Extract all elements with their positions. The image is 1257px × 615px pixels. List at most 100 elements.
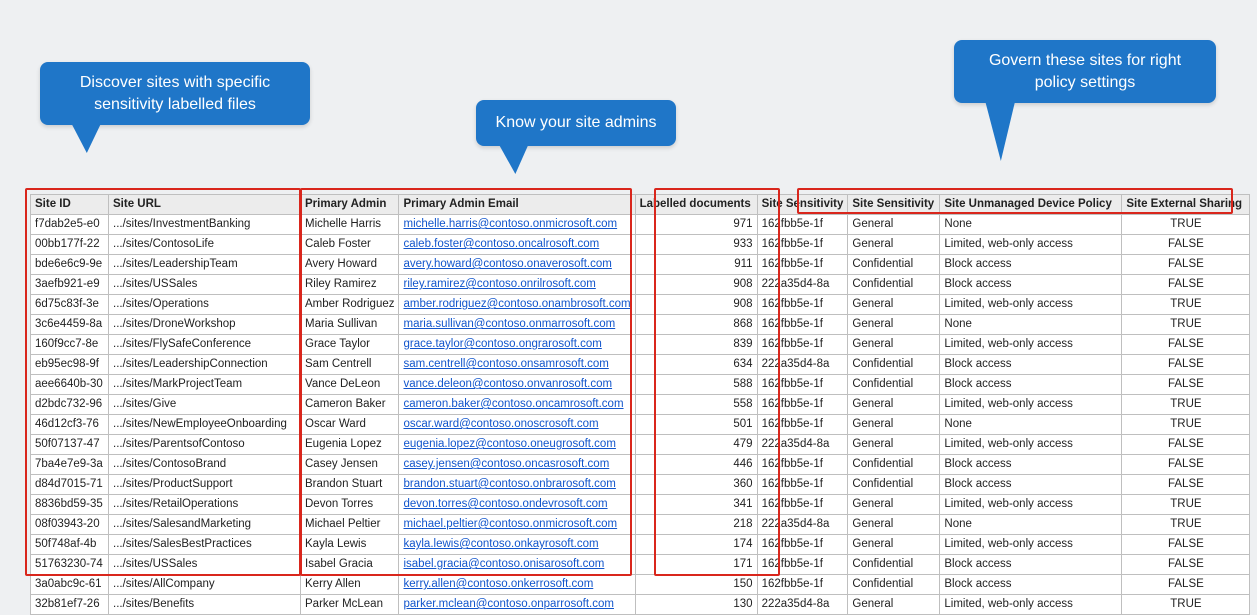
col-primary-admin[interactable]: Primary Admin: [301, 195, 399, 215]
cell-site-sens: General: [848, 435, 940, 455]
cell-labelled-docs: 341: [635, 495, 757, 515]
cell-primary-admin: Avery Howard: [301, 255, 399, 275]
table-row[interactable]: bde6e6c9-9e.../sites/LeadershipTeamAvery…: [31, 255, 1250, 275]
cell-device-policy: None: [940, 215, 1122, 235]
cell-primary-admin-email: michelle.harris@contoso.onmicrosoft.com: [399, 215, 635, 235]
cell-primary-admin: Kayla Lewis: [301, 535, 399, 555]
table-row[interactable]: 3aefb921-e9.../sites/USSalesRiley Ramire…: [31, 275, 1250, 295]
col-site-sens[interactable]: Site Sensitivity: [848, 195, 940, 215]
admin-email-link[interactable]: maria.sullivan@contoso.onmarrosoft.com: [403, 318, 615, 330]
cell-site-sens: General: [848, 235, 940, 255]
cell-primary-admin-email: casey.jensen@contoso.oncasrosoft.com: [399, 455, 635, 475]
admin-email-link[interactable]: riley.ramirez@contoso.onrilrosoft.com: [403, 278, 595, 290]
table-row[interactable]: eb95ec98-9f.../sites/LeadershipConnectio…: [31, 355, 1250, 375]
col-labelled-docs[interactable]: Labelled documents: [635, 195, 757, 215]
cell-labelled-docs: 360: [635, 475, 757, 495]
table-row[interactable]: 7ba4e7e9-3a.../sites/ContosoBrandCasey J…: [31, 455, 1250, 475]
cell-site-sens-id: 162fbb5e-1f: [757, 555, 848, 575]
table-row[interactable]: 8836bd59-35.../sites/RetailOperationsDev…: [31, 495, 1250, 515]
cell-site-sens: Confidential: [848, 455, 940, 475]
cell-site-sens-id: 222a35d4-8a: [757, 595, 848, 615]
cell-external-sharing: FALSE: [1122, 335, 1250, 355]
cell-device-policy: Block access: [940, 555, 1122, 575]
cell-site-id: 50f748af-4b: [31, 535, 109, 555]
col-site-sens-id[interactable]: Site Sensitivity: [757, 195, 848, 215]
table-row[interactable]: 51763230-74.../sites/USSalesIsabel Graci…: [31, 555, 1250, 575]
cell-site-sens: General: [848, 415, 940, 435]
cell-external-sharing: FALSE: [1122, 255, 1250, 275]
table-row[interactable]: 46d12cf3-76.../sites/NewEmployeeOnboardi…: [31, 415, 1250, 435]
cell-primary-admin-email: avery.howard@contoso.onaverosoft.com: [399, 255, 635, 275]
col-external-sharing[interactable]: Site External Sharing: [1122, 195, 1250, 215]
admin-email-link[interactable]: caleb.foster@contoso.oncalrosoft.com: [403, 238, 599, 250]
table-row[interactable]: 32b81ef7-26.../sites/BenefitsParker McLe…: [31, 595, 1250, 615]
table-row[interactable]: aee6640b-30.../sites/MarkProjectTeamVanc…: [31, 375, 1250, 395]
cell-primary-admin-email: kerry.allen@contoso.onkerrosoft.com: [399, 575, 635, 595]
cell-site-sens-id: 162fbb5e-1f: [757, 535, 848, 555]
cell-site-sens-id: 162fbb5e-1f: [757, 335, 848, 355]
table-row[interactable]: 160f9cc7-8e.../sites/FlySafeConferenceGr…: [31, 335, 1250, 355]
callout-tail-icon: [65, 123, 101, 153]
table-row[interactable]: f7dab2e5-e0.../sites/InvestmentBankingMi…: [31, 215, 1250, 235]
cell-site-id: 51763230-74: [31, 555, 109, 575]
cell-site-sens-id: 162fbb5e-1f: [757, 495, 848, 515]
table-row[interactable]: 08f03943-20.../sites/SalesandMarketingMi…: [31, 515, 1250, 535]
table-row[interactable]: 50f748af-4b.../sites/SalesBestPracticesK…: [31, 535, 1250, 555]
cell-labelled-docs: 150: [635, 575, 757, 595]
table-row[interactable]: d84d7015-71.../sites/ProductSupportBrand…: [31, 475, 1250, 495]
admin-email-link[interactable]: oscar.ward@contoso.onoscrosoft.com: [403, 418, 598, 430]
col-primary-admin-email[interactable]: Primary Admin Email: [399, 195, 635, 215]
admin-email-link[interactable]: cameron.baker@contoso.oncamrosoft.com: [403, 398, 623, 410]
col-site-url[interactable]: Site URL: [109, 195, 301, 215]
cell-device-policy: Limited, web-only access: [940, 495, 1122, 515]
table-row[interactable]: 3a0abc9c-61.../sites/AllCompanyKerry All…: [31, 575, 1250, 595]
cell-primary-admin-email: sam.centrell@contoso.onsamrosoft.com: [399, 355, 635, 375]
cell-external-sharing: FALSE: [1122, 535, 1250, 555]
cell-site-sens: Confidential: [848, 275, 940, 295]
cell-primary-admin-email: parker.mclean@contoso.onparrosoft.com: [399, 595, 635, 615]
admin-email-link[interactable]: eugenia.lopez@contoso.oneugrosoft.com: [403, 438, 615, 450]
admin-email-link[interactable]: michael.peltier@contoso.onmicrosoft.com: [403, 518, 617, 530]
callout-tail-icon: [493, 144, 528, 174]
cell-site-id: d2bdc732-96: [31, 395, 109, 415]
table-row[interactable]: 00bb177f-22.../sites/ContosoLifeCaleb Fo…: [31, 235, 1250, 255]
admin-email-link[interactable]: michelle.harris@contoso.onmicrosoft.com: [403, 218, 617, 230]
cell-device-policy: Limited, web-only access: [940, 395, 1122, 415]
admin-email-link[interactable]: devon.torres@contoso.ondevrosoft.com: [403, 498, 607, 510]
cell-site-sens: Confidential: [848, 375, 940, 395]
admin-email-link[interactable]: brandon.stuart@contoso.onbrarosoft.com: [403, 478, 615, 490]
table-row[interactable]: 3c6e4459-8a.../sites/DroneWorkshopMaria …: [31, 315, 1250, 335]
cell-site-url: .../sites/USSales: [109, 275, 301, 295]
admin-email-link[interactable]: sam.centrell@contoso.onsamrosoft.com: [403, 358, 608, 370]
cell-primary-admin-email: eugenia.lopez@contoso.oneugrosoft.com: [399, 435, 635, 455]
cell-primary-admin: Sam Centrell: [301, 355, 399, 375]
admin-email-link[interactable]: parker.mclean@contoso.onparrosoft.com: [403, 598, 613, 610]
cell-primary-admin: Grace Taylor: [301, 335, 399, 355]
table-row[interactable]: 50f07137-47.../sites/ParentsofContosoEug…: [31, 435, 1250, 455]
col-device-policy[interactable]: Site Unmanaged Device Policy: [940, 195, 1122, 215]
cell-primary-admin: Devon Torres: [301, 495, 399, 515]
admin-email-link[interactable]: grace.taylor@contoso.ongrarosoft.com: [403, 338, 601, 350]
cell-device-policy: Block access: [940, 375, 1122, 395]
admin-email-link[interactable]: kayla.lewis@contoso.onkayrosoft.com: [403, 538, 598, 550]
admin-email-link[interactable]: casey.jensen@contoso.oncasrosoft.com: [403, 458, 609, 470]
admin-email-link[interactable]: avery.howard@contoso.onaverosoft.com: [403, 258, 611, 270]
cell-site-url: .../sites/NewEmployeeOnboarding: [109, 415, 301, 435]
admin-email-link[interactable]: vance.deleon@contoso.onvanrosoft.com: [403, 378, 612, 390]
table-row[interactable]: 6d75c83f-3e.../sites/OperationsAmber Rod…: [31, 295, 1250, 315]
table-row[interactable]: d2bdc732-96.../sites/GiveCameron Bakerca…: [31, 395, 1250, 415]
callout-govern: Govern these sites for right policy sett…: [954, 40, 1216, 103]
admin-email-link[interactable]: kerry.allen@contoso.onkerrosoft.com: [403, 578, 593, 590]
callout-discover: Discover sites with specific sensitivity…: [40, 62, 310, 125]
col-site-id[interactable]: Site ID: [31, 195, 109, 215]
cell-site-id: 00bb177f-22: [31, 235, 109, 255]
cell-primary-admin: Riley Ramirez: [301, 275, 399, 295]
cell-site-id: 7ba4e7e9-3a: [31, 455, 109, 475]
admin-email-link[interactable]: amber.rodriguez@contoso.onambrosoft.com: [403, 298, 630, 310]
cell-site-url: .../sites/USSales: [109, 555, 301, 575]
cell-site-id: f7dab2e5-e0: [31, 215, 109, 235]
cell-site-url: .../sites/RetailOperations: [109, 495, 301, 515]
cell-site-url: .../sites/FlySafeConference: [109, 335, 301, 355]
cell-site-sens: Confidential: [848, 555, 940, 575]
admin-email-link[interactable]: isabel.gracia@contoso.onisarosoft.com: [403, 558, 604, 570]
